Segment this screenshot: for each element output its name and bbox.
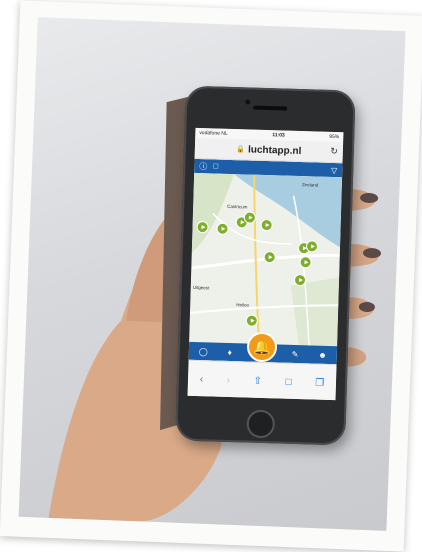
forward-icon[interactable]: › [227, 374, 231, 385]
bell-icon[interactable]: ♦ [228, 347, 232, 356]
map-label-town: Castricum [227, 203, 248, 210]
pencil-icon[interactable]: ✎ [292, 349, 299, 358]
carrier-label: vodafone NL [199, 130, 228, 137]
smartphone: vodafone NL 11:03 95% 🔒 luchtapp.nl ↻ ⓘ … [175, 85, 356, 446]
phone-screen: vodafone NL 11:03 95% 🔒 luchtapp.nl ↻ ⓘ … [187, 127, 344, 401]
lock-icon: 🔒 [236, 146, 246, 154]
bell-icon: 🔔 [253, 338, 271, 355]
share-icon[interactable]: ⇧ [253, 375, 262, 386]
battery-label: 95% [329, 133, 340, 141]
url-text: luchtapp.nl [247, 143, 302, 157]
map-view[interactable]: Zeeland Castricum Heiloo Uitgeest [189, 172, 343, 348]
back-icon[interactable]: ‹ [200, 374, 204, 385]
reload-icon[interactable]: ↻ [330, 146, 338, 157]
url-bar[interactable]: 🔒 luchtapp.nl ↻ [194, 137, 344, 164]
help-icon[interactable]: ⓘ [199, 161, 207, 172]
front-camera [245, 99, 251, 105]
filter-icon[interactable]: ▽ [331, 165, 337, 174]
map-label-town: Zeeland [301, 182, 319, 188]
home-button[interactable] [246, 409, 276, 439]
chat-icon[interactable]: □ [213, 161, 218, 172]
photo-print: vodafone NL 11:03 95% 🔒 luchtapp.nl ↻ ⓘ … [0, 0, 422, 552]
photo-scene: vodafone NL 11:03 95% 🔒 luchtapp.nl ↻ ⓘ … [18, 17, 406, 531]
map-label-town: Heiloo [236, 302, 250, 308]
earpiece-speaker [253, 105, 288, 111]
bookmarks-icon[interactable]: □ [285, 376, 291, 387]
globe-icon[interactable]: ◯ [199, 347, 208, 356]
time-label: 11:03 [272, 132, 285, 139]
tabs-icon[interactable]: ❐ [315, 377, 324, 388]
user-icon[interactable]: ☻ [318, 350, 327, 359]
map-label-town: Uitgeest [192, 284, 210, 291]
browser-bottom-bar: ‹ › ⇧ □ ❐ [187, 359, 337, 401]
